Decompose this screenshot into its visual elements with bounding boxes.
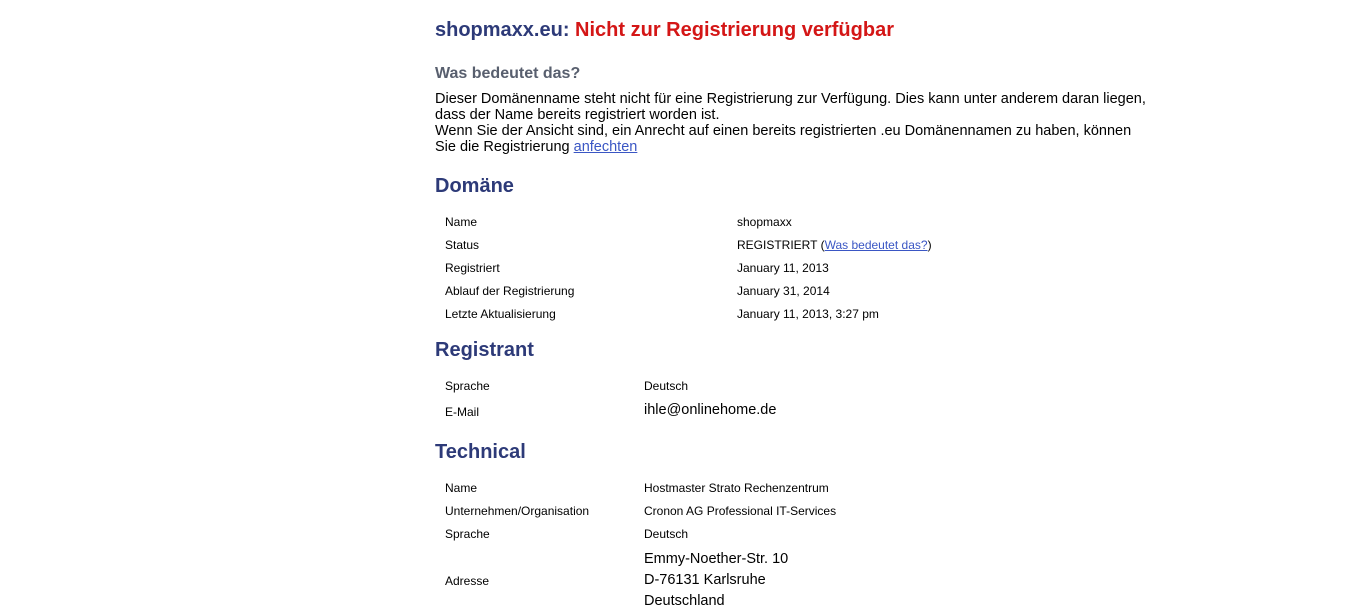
domain-expiry-value: January 31, 2014 — [737, 284, 830, 298]
page-title: shopmaxx.eu: Nicht zur Registrierung ver… — [435, 19, 894, 42]
domain-registered-value: January 11, 2013 — [737, 261, 829, 275]
technical-language-value: Deutsch — [644, 527, 689, 541]
domain-status-label: Status — [445, 238, 480, 252]
domain-heading: Domäne — [435, 175, 514, 197]
info-line-2: Wenn Sie der Ansicht sind, ein Anrecht a… — [435, 123, 1132, 155]
domain-name-value: shopmaxx — [737, 215, 792, 229]
technical-language-label: Sprache — [445, 527, 490, 541]
domain-updated-label: Letzte Aktualisierung — [445, 307, 556, 321]
info-subheading: Was bedeutet das? — [435, 65, 581, 82]
domain-registered-label: Registriert — [445, 261, 500, 275]
domain-name-title: shopmaxx.eu: — [435, 19, 570, 41]
technical-address-label: Adresse — [445, 574, 490, 588]
domain-name-label: Name — [445, 215, 478, 229]
paren-close: ) — [927, 238, 932, 252]
info-paragraph: Dieser Domänenname steht nicht für eine … — [435, 91, 1155, 155]
info-line-1: Dieser Domänenname steht nicht für eine … — [435, 91, 1146, 123]
registrant-email-label: E-Mail — [445, 405, 480, 419]
technical-name-label: Name — [445, 481, 478, 495]
status-info-link[interactable]: Was bedeutet das? — [825, 238, 928, 252]
availability-status: Nicht zur Registrierung verfügbar — [575, 19, 894, 41]
address-line: Emmy-Noether-Str. 10 — [644, 551, 789, 567]
registrant-language-value: Deutsch — [644, 379, 689, 393]
domain-updated-value: January 11, 2013, 3:27 pm — [737, 307, 879, 321]
registrant-heading: Registrant — [435, 339, 534, 361]
address-line: Deutschland — [644, 593, 725, 609]
technical-org-label: Unternehmen/Organisation — [445, 504, 590, 518]
dispute-link[interactable]: anfechten — [574, 139, 638, 155]
technical-name-value: Hostmaster Strato Rechenzentrum — [644, 481, 829, 495]
status-text: REGISTRIERT — [737, 238, 818, 252]
technical-heading: Technical — [435, 441, 526, 463]
domain-status-value: REGISTRIERT (Was bedeutet das?) — [737, 238, 932, 252]
domain-expiry-label: Ablauf der Registrierung — [445, 284, 575, 298]
registrant-language-label: Sprache — [445, 379, 490, 393]
technical-address-value: Emmy-Noether-Str. 10 D-76131 Karlsruhe D… — [644, 549, 788, 612]
registrant-email-value: ihle@onlinehome.de — [644, 402, 777, 418]
address-line: D-76131 Karlsruhe — [644, 572, 766, 588]
technical-org-value: Cronon AG Professional IT-Services — [644, 504, 837, 518]
